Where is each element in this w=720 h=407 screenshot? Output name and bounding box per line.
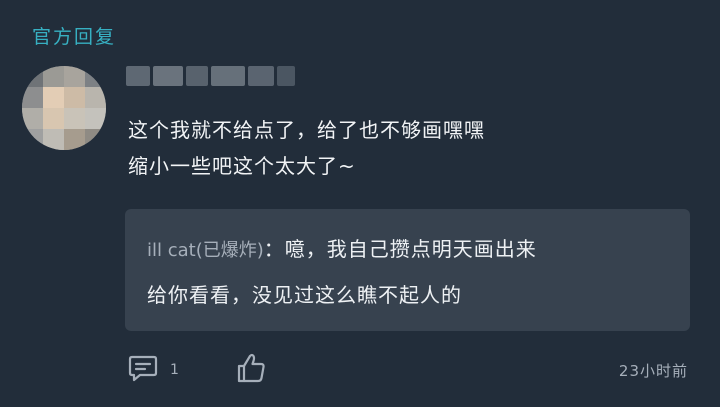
quote-text: 噫，我自己攒点明天画出来 bbox=[284, 237, 537, 261]
comment-body: 这个我就不给点了，给了也不够画嘿嘿 缩小一些吧这个太大了~ bbox=[128, 112, 688, 184]
avatar-pixel bbox=[85, 129, 106, 150]
like-button[interactable] bbox=[236, 352, 266, 388]
comment-icon bbox=[128, 354, 158, 386]
blur-block bbox=[277, 66, 295, 86]
blur-block bbox=[248, 66, 274, 86]
avatar-pixel bbox=[64, 66, 85, 87]
blur-block bbox=[153, 66, 183, 86]
section-title: 官方回复 bbox=[32, 26, 117, 48]
avatar-pixel bbox=[43, 108, 64, 129]
avatar-pixel bbox=[64, 129, 85, 150]
avatar-pixel bbox=[22, 108, 43, 129]
avatar-pixel bbox=[64, 108, 85, 129]
blur-block bbox=[126, 66, 150, 86]
quote-line: ill cat(已爆炸)：噫，我自己攒点明天画出来 bbox=[147, 227, 668, 273]
avatar[interactable] bbox=[22, 66, 106, 150]
blur-block bbox=[186, 66, 208, 86]
avatar-pixel bbox=[85, 66, 106, 87]
comment-footer: 1 23小时前 bbox=[0, 352, 720, 388]
avatar-pixel bbox=[85, 87, 106, 108]
reply-count: 1 bbox=[170, 362, 179, 378]
avatar-pixel bbox=[43, 87, 64, 108]
comment-line: 这个我就不给点了，给了也不够画嘿嘿 bbox=[128, 118, 485, 142]
avatar-pixel bbox=[64, 87, 85, 108]
timestamp: 23小时前 bbox=[618, 362, 688, 380]
avatar-pixel bbox=[43, 129, 64, 150]
comment-line: 缩小一些吧这个太大了~ bbox=[128, 154, 356, 178]
thumbs-up-icon bbox=[236, 353, 266, 388]
avatar-pixel bbox=[22, 87, 43, 108]
quoted-reply[interactable]: ill cat(已爆炸)：噫，我自己攒点明天画出来 给你看看，没见过这么瞧不起人… bbox=[125, 209, 690, 331]
avatar-pixel bbox=[22, 66, 43, 87]
reply-button[interactable]: 1 bbox=[128, 354, 179, 386]
avatar-pixel bbox=[43, 66, 64, 87]
username-blurred[interactable] bbox=[126, 62, 296, 90]
blur-block bbox=[211, 66, 245, 86]
avatar-pixel bbox=[85, 108, 106, 129]
quote-separator: ： bbox=[263, 237, 285, 261]
quote-author[interactable]: ill cat(已爆炸) bbox=[147, 240, 264, 261]
avatar-pixel bbox=[22, 129, 43, 150]
quote-line: 给你看看，没见过这么瞧不起人的 bbox=[147, 283, 462, 307]
